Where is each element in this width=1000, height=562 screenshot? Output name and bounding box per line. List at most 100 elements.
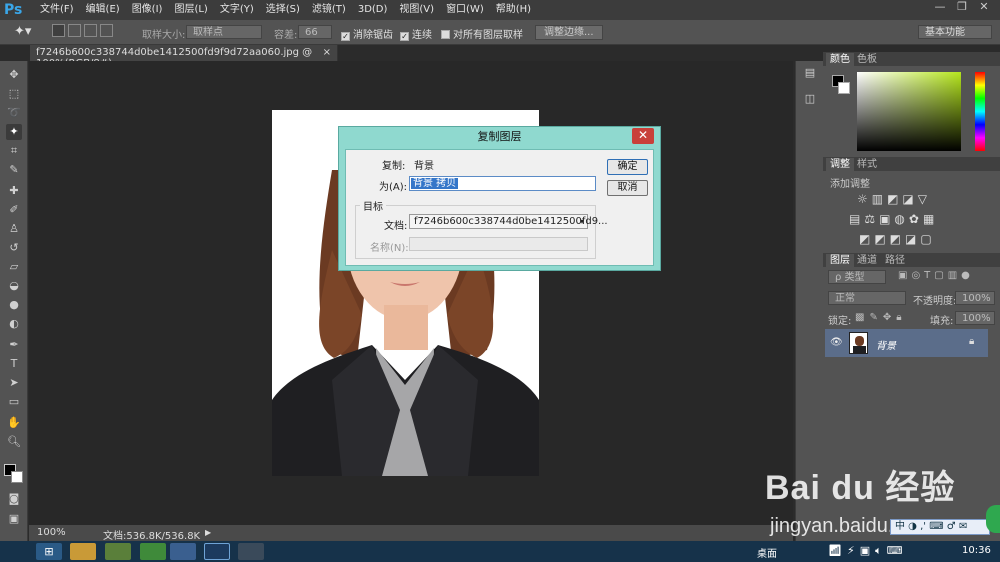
color-bg-swatch[interactable] [838,82,850,94]
tab-channels[interactable]: 通道 [853,254,881,267]
opacity-input[interactable]: 100% [955,291,995,305]
lasso-tool-icon[interactable]: ➰ [6,105,22,121]
brush-tool-icon[interactable]: ✐ [6,202,22,218]
as-input[interactable]: 背景 拷贝 [409,176,596,191]
document-select[interactable]: f7246b600c338744d0be1412500fd9... ▾ [409,214,608,229]
blend-mode-select[interactable]: 正常 [828,291,906,305]
adjustment-icons-row-2[interactable]: ▤⚖▣◍✿▦ [849,212,938,226]
copy-label: 复制: [382,161,406,172]
layer-row-background[interactable]: 👁︎ 背景 🔒︎ [825,329,988,357]
cancel-button[interactable]: 取消 [607,180,648,196]
ime-toolbar[interactable]: 中 ◑ ,' ⌨ ♂ ✉ [890,519,990,535]
crop-tool-icon[interactable]: ⌗ [6,143,22,159]
adjustment-icons-row-3[interactable]: ◩◩◩◪▢ [859,232,936,246]
menu-filter[interactable]: 滤镜(T) [306,0,352,20]
clone-stamp-icon[interactable]: ♙ [6,221,22,237]
rectangle-tool-icon[interactable]: ▭ [6,394,22,410]
close-tab-icon[interactable]: × [323,47,331,58]
tray-icons[interactable]: 📶︎⚡▣🔈︎⌨ [828,544,908,558]
desktop-label[interactable]: 桌面 [757,545,777,560]
menu-window[interactable]: 窗口(W) [440,0,490,20]
contiguous-checkbox[interactable]: ✓ 连续 [400,26,432,41]
healing-brush-icon[interactable]: ✚ [6,183,22,199]
hue-slider[interactable] [975,72,985,151]
hand-tool-icon[interactable]: ✋ [6,415,22,431]
properties-panel-icon[interactable]: ◫ [802,91,818,107]
layer-visibility-eye-icon[interactable]: 👁︎ [830,337,843,348]
ie-taskbar-icon[interactable] [170,543,196,560]
document-select-value: f7246b600c338744d0be1412500fd9... [414,216,608,227]
ok-button[interactable]: 确定 [607,159,648,175]
copy-source-value: 背景 [414,161,434,172]
menu-3d[interactable]: 3D(D) [352,0,394,20]
menu-edit[interactable]: 编辑(E) [80,0,126,20]
start-button-icon[interactable]: ⊞ [36,543,62,560]
name-input[interactable] [409,237,588,251]
fill-input[interactable]: 100% [955,311,995,325]
type-tool-icon[interactable]: T [6,356,22,372]
as-input-selected-text: 背景 拷贝 [411,178,459,189]
refine-edge-button[interactable]: 调整边缘... [535,25,603,40]
tolerance-label: 容差: [274,30,298,41]
menu-help[interactable]: 帮助(H) [490,0,537,20]
selection-mode-icons[interactable] [52,24,113,40]
tolerance-input[interactable]: 66 [298,25,332,39]
tab-color[interactable]: 颜色 [826,53,854,66]
zoom-level[interactable]: 100% [37,527,66,538]
app-taskbar-icon[interactable] [105,543,131,560]
menu-file[interactable]: 文件(F) [34,0,80,20]
add-adjustment-label: 添加调整 [830,179,870,190]
close-window-button[interactable]: ✕ [974,0,994,14]
pen-tool-icon[interactable]: ✒ [6,337,22,353]
layer-name[interactable]: 背景 [876,337,896,352]
photoshop-taskbar-icon[interactable] [204,543,230,560]
minimize-button[interactable]: — [930,0,950,14]
paint-bucket-icon[interactable]: ◒ [6,278,22,294]
tab-styles[interactable]: 样式 [853,158,881,171]
path-selection-icon[interactable]: ➤ [6,375,22,391]
eraser-tool-icon[interactable]: ▱ [6,259,22,275]
menu-view[interactable]: 视图(V) [393,0,440,20]
marquee-tool-icon[interactable]: ⬚ [6,86,22,102]
magic-wand-tool-preset-icon[interactable]: ✦▾ [14,24,31,39]
tab-swatches[interactable]: 色板 [853,53,881,66]
dodge-tool-icon[interactable]: ◐ [6,316,22,332]
browser-taskbar-icon[interactable] [140,543,166,560]
eyedropper-tool-icon[interactable]: ✎ [6,162,22,178]
layer-filter-icons[interactable]: ▣◎T▢▥● [898,270,974,281]
tab-paths[interactable]: 路径 [881,254,909,267]
all-layers-checkbox[interactable]: 对所有图层取样 [441,26,523,41]
workspace-select[interactable]: 基本功能 [918,25,992,39]
screen-mode-icon[interactable]: ▣ [6,511,22,527]
side-badge-icon[interactable] [986,505,1000,533]
quick-mask-icon[interactable]: ◙ [6,491,22,507]
menu-select[interactable]: 选择(S) [260,0,306,20]
dialog-close-button[interactable]: ✕ [632,128,654,144]
document-tab[interactable]: f7246b600c338744d0be1412500fd9f9d72aa060… [30,45,338,69]
clock[interactable]: 10:36 [962,545,991,556]
menu-type[interactable]: 文字(Y) [214,0,260,20]
tab-layers[interactable]: 图层 [826,254,854,267]
sample-size-select[interactable]: 取样点 [186,25,262,39]
explorer-taskbar-icon[interactable] [70,543,96,560]
qq-taskbar-icon[interactable] [238,543,264,560]
zoom-tool-icon[interactable]: 🔍︎ [6,434,22,450]
adjustment-icons-row-1[interactable]: ☼▥◩◪▽ [857,192,931,206]
tab-adjustments[interactable]: 调整 [826,158,854,171]
lock-icons[interactable]: ▩✎✥🔒︎ [855,312,907,323]
menu-layer[interactable]: 图层(L) [168,0,213,20]
blur-tool-icon[interactable]: ● [6,297,22,313]
background-color-swatch[interactable] [11,471,23,483]
move-tool-icon[interactable]: ✥ [6,67,22,83]
history-panel-icon[interactable]: ▤ [802,65,818,81]
document-label: 文档: [384,221,408,232]
layer-kind-filter[interactable]: ρ 类型 [828,270,886,284]
menu-image[interactable]: 图像(I) [126,0,169,20]
color-spectrum-field[interactable] [857,72,961,151]
restore-button[interactable]: ❐ [952,0,972,14]
antialias-checkbox[interactable]: ✓ 消除锯齿 [341,26,393,41]
magic-wand-tool-icon[interactable]: ✦ [6,124,22,140]
ps-logo: Ps [4,2,23,18]
history-brush-icon[interactable]: ↺ [6,240,22,256]
status-menu-arrow-icon[interactable]: ▶ [205,528,211,537]
